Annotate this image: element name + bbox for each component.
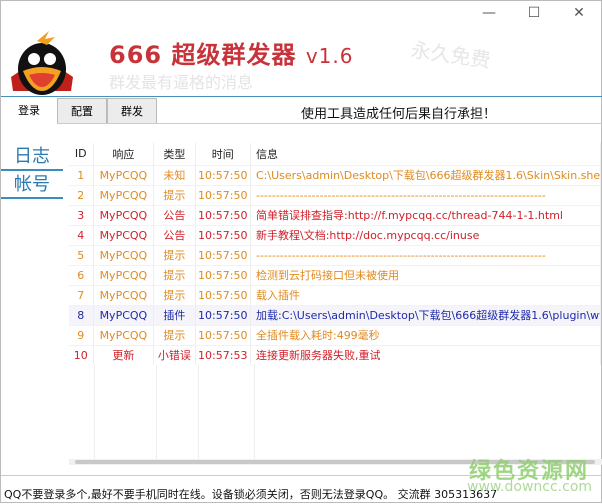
minimize-button[interactable]: — — [474, 5, 504, 21]
cell-time: 10:57:53 — [195, 344, 251, 365]
watermark-url: www.downcc.com — [467, 479, 593, 495]
maximize-button[interactable]: ☐ — [519, 5, 549, 21]
cell-response: MyPCQQ — [93, 304, 155, 325]
penguin-logo-icon — [11, 31, 73, 95]
table-row[interactable]: 9 MyPCQQ 提示 10:57:50 全插件载入耗时:499毫秒 — [69, 324, 602, 345]
disclaimer-notice: 使用工具造成任何后果自行承担！ — [301, 107, 497, 122]
table-row[interactable]: 8 MyPCQQ 插件 10:57:50 加载:C:\Users\admin\Deskt… — [69, 304, 602, 325]
col-time[interactable]: 时间 — [195, 143, 251, 165]
table-row[interactable]: 3 MyPCQQ 公告 10:57:50 简单错误排查指导:http://f.mypcq… — [69, 204, 602, 225]
cell-info: 载入插件 — [250, 284, 602, 305]
tab-mass-send[interactable]: 群发 — [107, 98, 157, 124]
cell-time: 10:57:50 — [195, 284, 251, 305]
cell-response: MyPCQQ — [93, 164, 155, 185]
col-id[interactable]: ID — [69, 143, 94, 165]
cell-info: ----------------------------------------… — [250, 184, 602, 205]
cell-time: 10:57:50 — [195, 244, 251, 265]
cell-response: 更新 — [93, 344, 155, 365]
cell-id: 1 — [69, 164, 94, 185]
col-type[interactable]: 类型 — [153, 143, 196, 165]
cell-response: MyPCQQ — [93, 184, 155, 205]
cell-response: MyPCQQ — [93, 324, 155, 345]
cell-response: MyPCQQ — [93, 204, 155, 225]
tab-bar: 登录 配置 群发 — [1, 98, 157, 124]
col-info[interactable]: 信息 — [250, 143, 602, 165]
cell-id: 4 — [69, 224, 94, 245]
cell-response: MyPCQQ — [93, 244, 155, 265]
table-row[interactable]: 5 MyPCQQ 提示 10:57:50 -----------------------… — [69, 244, 602, 265]
cell-response: MyPCQQ — [93, 284, 155, 305]
cell-time: 10:57:50 — [195, 304, 251, 325]
cell-time: 10:57:50 — [195, 224, 251, 245]
cell-info: ----------------------------------------… — [250, 244, 602, 265]
table-empty-area — [69, 365, 602, 459]
cell-time: 10:57:50 — [195, 184, 251, 205]
col-response[interactable]: 响应 — [93, 143, 155, 165]
cell-id: 8 — [69, 304, 94, 325]
cell-type: 提示 — [153, 284, 196, 305]
cell-type: 提示 — [153, 184, 196, 205]
sidebar: 日志 帐号 — [1, 143, 69, 199]
cell-id: 3 — [69, 204, 94, 225]
tab-login[interactable]: 登录 — [1, 98, 57, 124]
log-table: ID 响应 类型 时间 信息 1 MyPCQQ 未知 10:57:50 C:\Users… — [69, 143, 602, 365]
cell-info: 加载:C:\Users\admin\Desktop\下载包\666超级群发器1.… — [250, 304, 602, 325]
table-row[interactable]: 2 MyPCQQ 提示 10:57:50 -----------------------… — [69, 184, 602, 205]
sidebar-item-accounts[interactable]: 帐号 — [1, 171, 63, 199]
cell-response: MyPCQQ — [93, 264, 155, 285]
cell-id: 5 — [69, 244, 94, 265]
tab-config[interactable]: 配置 — [57, 98, 107, 124]
cell-info: 全插件载入耗时:499毫秒 — [250, 324, 602, 345]
cell-info: C:\Users\admin\Desktop\下载包\666超级群发器1.6\S… — [250, 164, 602, 185]
cell-time: 10:57:50 — [195, 204, 251, 225]
free-label: 永久免费 — [409, 37, 493, 73]
cell-info: 连接更新服务器失败,重试 — [250, 344, 602, 365]
cell-info: 简单错误排查指导:http://f.mypcqq.cc/thread-744-1… — [250, 204, 602, 225]
close-button[interactable]: ✕ — [564, 5, 594, 21]
table-row[interactable]: 6 MyPCQQ 提示 10:57:50 检测到云打码接口但未被使用 — [69, 264, 602, 285]
cell-type: 提示 — [153, 264, 196, 285]
sidebar-item-log[interactable]: 日志 — [1, 143, 63, 171]
table-row[interactable]: 1 MyPCQQ 未知 10:57:50 C:\Users\admin\Desktop\… — [69, 164, 602, 185]
cell-type: 插件 — [153, 304, 196, 325]
cell-id: 10 — [69, 344, 94, 365]
cell-type: 提示 — [153, 244, 196, 265]
divider — [57, 123, 602, 124]
cell-info: 新手教程\文档:http://doc.mypcqq.cc/inuse — [250, 224, 602, 245]
table-row[interactable]: 4 MyPCQQ 公告 10:57:50 新手教程\文档:http://doc.mypc… — [69, 224, 602, 245]
cell-type: 公告 — [153, 224, 196, 245]
table-row[interactable]: 7 MyPCQQ 提示 10:57:50 载入插件 — [69, 284, 602, 305]
slogan: 群发最有逼格的消息 — [109, 73, 254, 92]
table-row[interactable]: 10 更新 小错误 10:57:53 连接更新服务器失败,重试 — [69, 344, 602, 365]
cell-type: 未知 — [153, 164, 196, 185]
app-title: 666 超级群发器 v1.6 — [109, 41, 354, 69]
cell-time: 10:57:50 — [195, 264, 251, 285]
cell-id: 6 — [69, 264, 94, 285]
cell-type: 小错误 — [153, 344, 196, 365]
cell-info: 检测到云打码接口但未被使用 — [250, 264, 602, 285]
cell-time: 10:57:50 — [195, 164, 251, 185]
cell-type: 公告 — [153, 204, 196, 225]
cell-id: 9 — [69, 324, 94, 345]
cell-id: 7 — [69, 284, 94, 305]
divider — [1, 96, 602, 97]
cell-id: 2 — [69, 184, 94, 205]
cell-type: 提示 — [153, 324, 196, 345]
cell-time: 10:57:50 — [195, 324, 251, 345]
cell-response: MyPCQQ — [93, 224, 155, 245]
